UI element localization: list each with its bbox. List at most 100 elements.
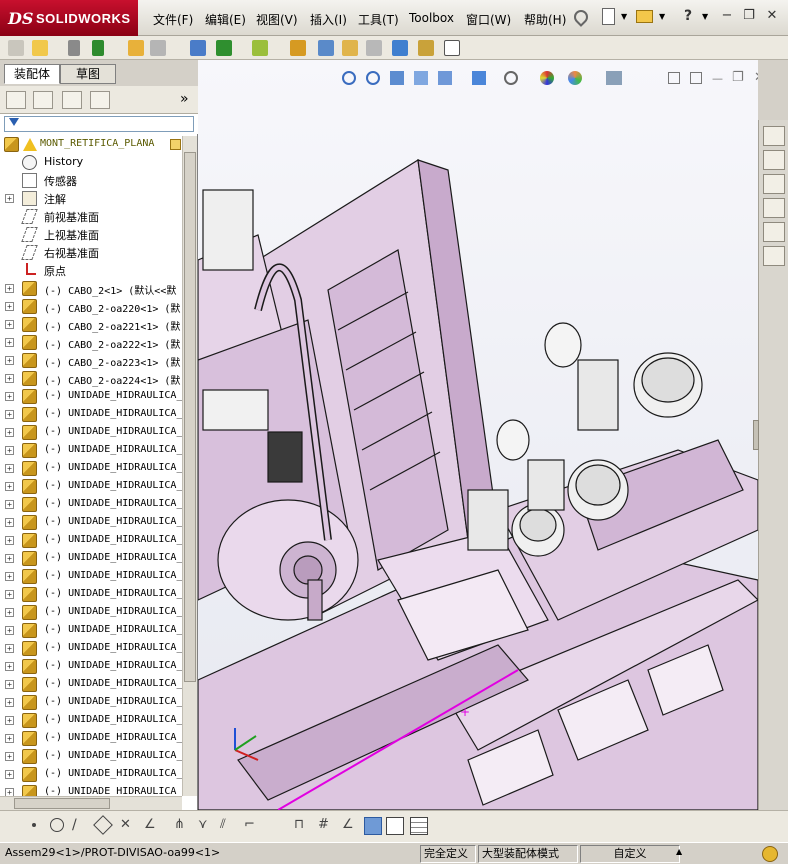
move-component-icon[interactable] [128, 40, 144, 56]
display-style-icon[interactable] [472, 71, 486, 85]
expand-toggle-icon[interactable]: + [5, 680, 14, 689]
tree-vertical-scroll-thumb[interactable] [184, 152, 196, 682]
mass-properties-icon[interactable] [418, 40, 434, 56]
tree-item[interactable]: + (-) UNIDADE_HIDRAULICA_ [0, 550, 182, 568]
tree-item[interactable]: + (-) CABO_2-oa221<1> (默 [0, 316, 182, 334]
tree-item[interactable]: + (-) CABO_2<1> (默认<<默 [0, 280, 182, 298]
split-horizontal-icon[interactable] [668, 72, 680, 84]
expand-toggle-icon[interactable]: + [5, 464, 14, 473]
expand-toggle-icon[interactable]: + [5, 590, 14, 599]
expand-toggle-icon[interactable]: + [5, 626, 14, 635]
featuremanager-tab-icon[interactable] [6, 91, 26, 109]
tree-item[interactable]: + (-) UNIDADE_HIDRAULICA_ [0, 496, 182, 514]
menu-file[interactable]: 文件(F) [153, 11, 193, 28]
viewport-minimize-icon[interactable]: — [712, 72, 723, 85]
propertymanager-tab-icon[interactable] [33, 91, 53, 109]
tree-item[interactable]: + (-) CABO_2-oa224<1> (默 [0, 370, 182, 388]
custom-properties-icon[interactable] [763, 246, 785, 266]
open-dropdown-icon[interactable]: ▼ [659, 12, 665, 21]
tree-item[interactable]: + (-) CABO_2-oa223<1> (默 [0, 352, 182, 370]
clearance-icon[interactable] [342, 40, 358, 56]
split-vertical-icon[interactable] [690, 72, 702, 84]
expand-toggle-icon[interactable]: + [5, 374, 14, 383]
grid-icon[interactable]: # [318, 817, 329, 832]
view-palette-icon[interactable] [763, 198, 785, 218]
expand-toggle-icon[interactable]: + [5, 536, 14, 545]
tree-item[interactable]: + (-) UNIDADE_HIDRAULICA_ [0, 730, 182, 748]
tree-item[interactable]: + (-) CABO_2-oa220<1> (默 [0, 298, 182, 316]
tree-item[interactable]: History [0, 154, 182, 172]
apply-scene-icon[interactable] [568, 71, 582, 85]
expand-toggle-icon[interactable]: + [5, 644, 14, 653]
model-view[interactable]: + [198, 60, 758, 810]
tree-item[interactable]: + (-) UNIDADE_HIDRAULICA_ [0, 460, 182, 478]
expand-toggle-icon[interactable]: + [5, 482, 14, 491]
polygon-icon[interactable] [93, 815, 113, 835]
expand-toggle-icon[interactable]: + [5, 500, 14, 509]
exploded-view-icon[interactable] [290, 40, 306, 56]
viewport-close-icon[interactable]: ✕ [754, 70, 758, 85]
table-view-icon[interactable] [410, 817, 428, 835]
expand-toggle-icon[interactable]: + [5, 788, 14, 796]
tree-horizontal-scroll-thumb[interactable] [14, 798, 110, 809]
expand-toggle-icon[interactable]: + [5, 392, 14, 401]
menu-view[interactable]: 视图(V) [256, 11, 298, 28]
tree-item[interactable]: + (-) UNIDADE_HIDRAULICA_ [0, 442, 182, 460]
view-orientation-icon[interactable] [438, 71, 452, 85]
trim-icon[interactable]: ✕ [120, 817, 131, 832]
menu-tools[interactable]: 工具(T) [358, 11, 399, 28]
tree-item[interactable]: 上视基准面 [0, 226, 182, 244]
expand-toggle-icon[interactable]: + [5, 734, 14, 743]
tree-horizontal-scrollbar[interactable] [0, 796, 182, 810]
help-dropdown-icon[interactable]: ▼ [702, 12, 708, 21]
circle-icon[interactable] [50, 818, 64, 832]
mate-icon[interactable] [32, 40, 48, 56]
status-units[interactable]: 自定义 [580, 845, 680, 863]
tree-filter-input[interactable] [4, 116, 194, 132]
expand-toggle-icon[interactable]: + [5, 716, 14, 725]
graphics-area[interactable]: + — ❐ ✕ [198, 60, 758, 810]
close-icon[interactable]: ✕ [765, 9, 779, 23]
tree-item[interactable]: + (-) UNIDADE_HIDRAULICA_ [0, 406, 182, 424]
hole-alignment-icon[interactable] [366, 40, 382, 56]
assembly-features-icon[interactable] [216, 40, 232, 56]
expand-toggle-icon[interactable]: + [5, 752, 14, 761]
expand-toggle-icon[interactable]: + [5, 518, 14, 527]
pushpin-icon[interactable] [571, 7, 591, 27]
instant3d-icon[interactable] [444, 40, 460, 56]
root-config-icon[interactable] [170, 139, 181, 150]
expand-toggle-icon[interactable]: + [5, 698, 14, 707]
expand-toggle-icon[interactable]: + [5, 608, 14, 617]
menu-window[interactable]: 窗口(W) [466, 11, 511, 28]
expand-toggle-icon[interactable]: + [5, 662, 14, 671]
tree-item[interactable]: 传感器 [0, 172, 182, 190]
insert-components-icon[interactable] [8, 40, 24, 56]
tab-assembly[interactable]: 装配体 [4, 64, 60, 84]
expand-toggle-icon[interactable]: + [5, 428, 14, 437]
view-settings-icon[interactable] [606, 71, 622, 85]
tree-item[interactable]: 原点 [0, 262, 182, 280]
tree-item[interactable]: + (-) UNIDADE_HIDRAULICA_ [0, 532, 182, 550]
solidworks-resources-icon[interactable] [763, 126, 785, 146]
expand-toggle-icon[interactable]: + [5, 284, 14, 293]
new-dropdown-icon[interactable]: ▼ [621, 12, 627, 21]
menu-toolbox[interactable]: Toolbox [409, 11, 454, 25]
tree-item[interactable]: + (-) UNIDADE_HIDRAULICA_ [0, 640, 182, 658]
tree-item[interactable]: + (-) UNIDADE_HIDRAULICA_ [0, 766, 182, 784]
appearances-scenes-icon[interactable] [763, 222, 785, 242]
tab-sketch[interactable]: 草图 [60, 64, 116, 84]
configurationmanager-tab-icon[interactable] [62, 91, 82, 109]
paperclip-icon[interactable] [68, 40, 80, 56]
tree-item[interactable]: 前视基准面 [0, 208, 182, 226]
displaymanager-tab-icon[interactable] [90, 91, 110, 109]
fillet-icon[interactable]: ⌐ [244, 817, 255, 832]
tree-item[interactable]: + (-) UNIDADE_HIDRAULICA_ [0, 586, 182, 604]
edit-appearance-icon[interactable] [540, 71, 554, 85]
tree-item[interactable]: + (-) UNIDADE_HIDRAULICA_ [0, 514, 182, 532]
smart-fasteners-icon[interactable] [190, 40, 206, 56]
expand-toggle-icon[interactable]: + [5, 356, 14, 365]
expand-toggle-icon[interactable]: + [5, 320, 14, 329]
menu-edit[interactable]: 编辑(E) [205, 11, 246, 28]
expand-toggle-icon[interactable]: + [5, 410, 14, 419]
tree-item[interactable]: + (-) UNIDADE_HIDRAULICA_ [0, 676, 182, 694]
